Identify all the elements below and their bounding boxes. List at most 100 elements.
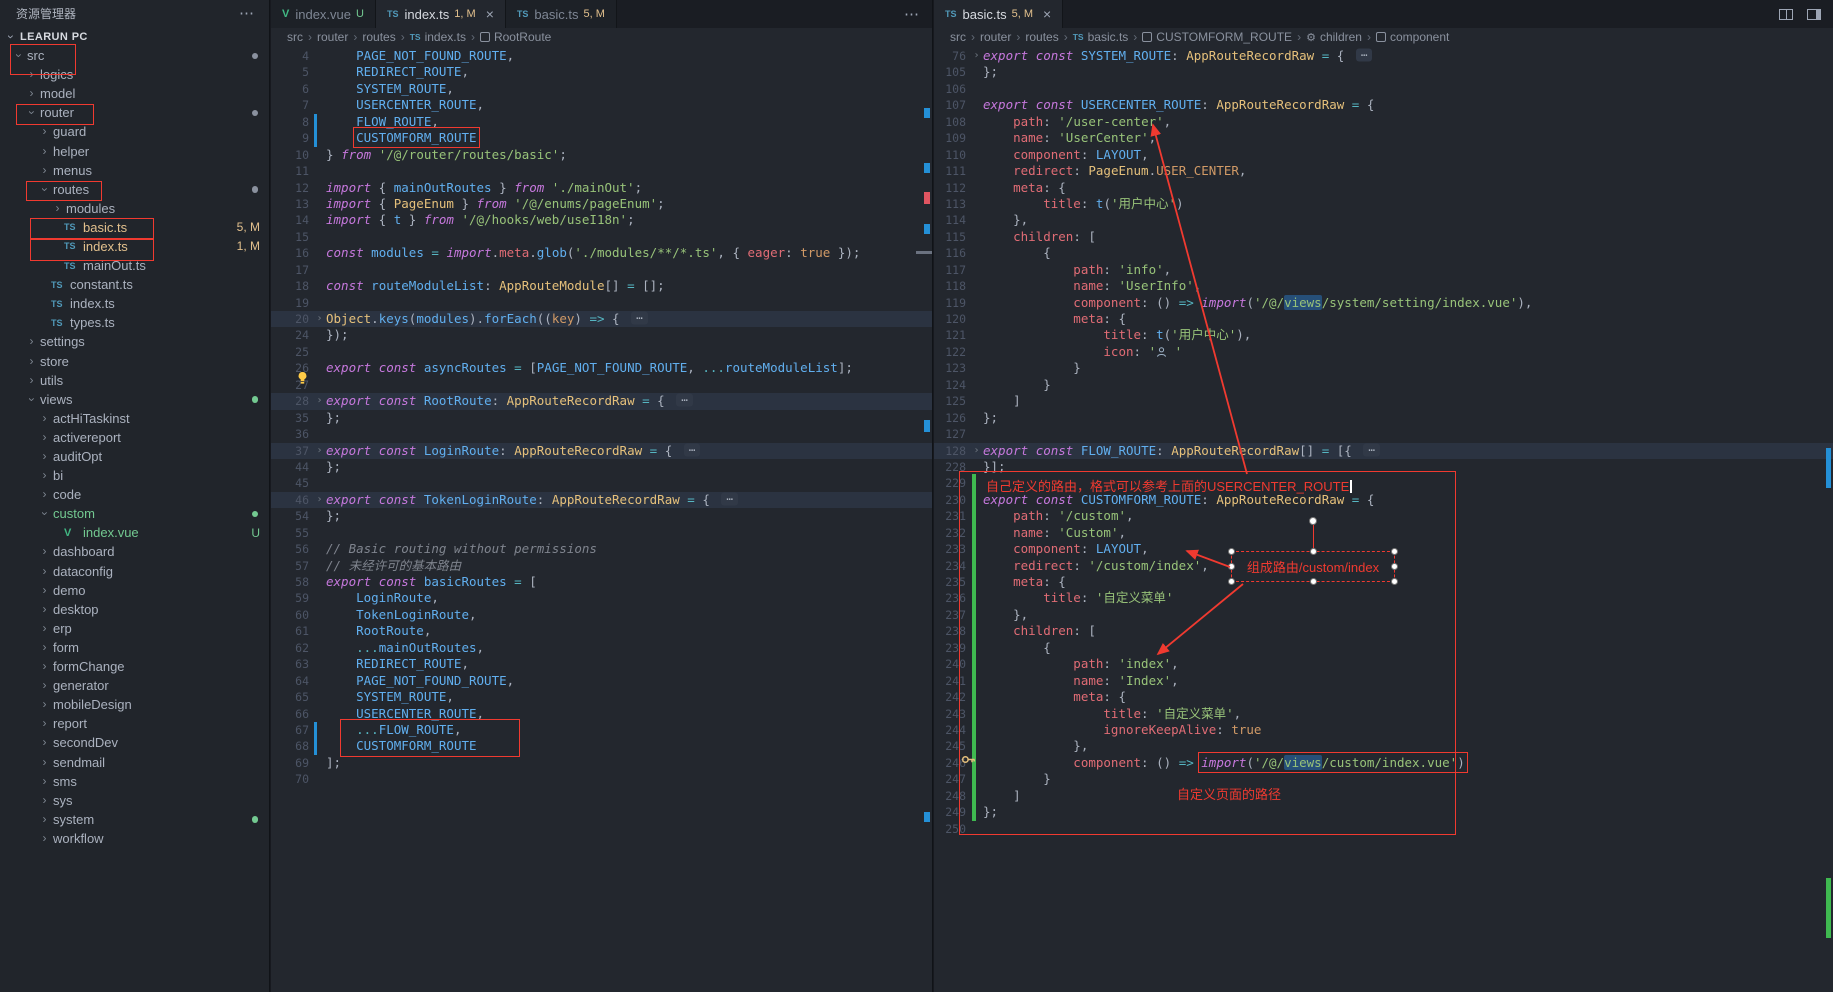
tab-basic.ts[interactable]: TSbasic.ts5, M× <box>934 0 1063 28</box>
tree-item-form[interactable]: ›form <box>0 638 269 657</box>
code-line-25[interactable]: 25 <box>271 344 932 360</box>
tree-item-report[interactable]: ›report <box>0 714 269 733</box>
workspace-section[interactable]: › LEARUN PC <box>0 26 269 48</box>
breadcrumb-src[interactable]: src <box>287 30 303 44</box>
resize-handle[interactable] <box>1228 548 1235 555</box>
more-actions-icon[interactable]: ⋯ <box>239 4 255 22</box>
breadcrumb-src[interactable]: src <box>950 30 966 44</box>
tree-item-basic.ts[interactable]: TSbasic.ts5, M <box>0 218 269 237</box>
tree-item-dataconfig[interactable]: ›dataconfig <box>0 562 269 581</box>
resize-handle[interactable] <box>1391 578 1398 585</box>
code-line-54[interactable]: 54}; <box>271 508 932 524</box>
code-line-111[interactable]: 111 redirect: PageEnum.USER_CENTER, <box>934 163 1833 179</box>
code-line-127[interactable]: 127 <box>934 426 1833 442</box>
code-line-65[interactable]: 65 SYSTEM_ROUTE, <box>271 689 932 705</box>
tree-item-custom[interactable]: ›custom <box>0 504 269 523</box>
tree-item-constant.ts[interactable]: TSconstant.ts <box>0 275 269 294</box>
tree-item-types.ts[interactable]: TStypes.ts <box>0 313 269 332</box>
tree-item-activereport[interactable]: ›activereport <box>0 428 269 447</box>
breadcrumb-RootRoute[interactable]: RootRoute <box>480 30 551 44</box>
code-line-62[interactable]: 62 ...mainOutRoutes, <box>271 640 932 656</box>
code-line-61[interactable]: 61 RootRoute, <box>271 623 932 639</box>
code-line-247[interactable]: 247 } <box>934 771 1833 787</box>
tree-item-code[interactable]: ›code <box>0 485 269 504</box>
code-line-119[interactable]: 119 component: () => import('/@/views/sy… <box>934 295 1833 311</box>
tree-item-generator[interactable]: ›generator <box>0 676 269 695</box>
code-line-36[interactable]: 36 <box>271 426 932 442</box>
code-line-245[interactable]: 245 }, <box>934 738 1833 754</box>
resize-handle[interactable] <box>1391 548 1398 555</box>
tree-item-sendmail[interactable]: ›sendmail <box>0 752 269 771</box>
code-line-249[interactable]: 249}; <box>934 804 1833 820</box>
tree-item-index.ts[interactable]: TSindex.ts <box>0 294 269 313</box>
fold-icon[interactable]: › <box>313 311 326 327</box>
tree-item-index.vue[interactable]: Vindex.vueU <box>0 523 269 542</box>
code-line-67[interactable]: 67 ...FLOW_ROUTE, <box>271 722 932 738</box>
code-line-242[interactable]: 242 meta: { <box>934 689 1833 705</box>
tree-item-menus[interactable]: ›menus <box>0 161 269 180</box>
code-line-18[interactable]: 18const routeModuleList: AppRouteModule[… <box>271 278 932 294</box>
code-line-120[interactable]: 120 meta: { <box>934 311 1833 327</box>
code-line-241[interactable]: 241 name: 'Index', <box>934 673 1833 689</box>
code-line-37[interactable]: 37›export const LoginRoute: AppRouteReco… <box>271 443 932 459</box>
resize-handle[interactable] <box>1228 563 1235 570</box>
tree-item-auditOpt[interactable]: ›auditOpt <box>0 447 269 466</box>
code-line-236[interactable]: 236 title: '自定义菜单' <box>934 590 1833 606</box>
code-line-123[interactable]: 123 } <box>934 360 1833 376</box>
annotation-compose-textbox[interactable]: 组成路由/custom/index <box>1231 551 1395 582</box>
tree-item-formChange[interactable]: ›formChange <box>0 657 269 676</box>
code-line-112[interactable]: 112 meta: { <box>934 180 1833 196</box>
breadcrumb-basic.ts[interactable]: TSbasic.ts <box>1073 30 1129 44</box>
tree-item-mobileDesign[interactable]: ›mobileDesign <box>0 695 269 714</box>
code-line-117[interactable]: 117 path: 'info', <box>934 262 1833 278</box>
code-line-68[interactable]: 68 CUSTOMFORM_ROUTE <box>271 738 932 754</box>
code-line-45[interactable]: 45 <box>271 475 932 491</box>
tree-item-router[interactable]: ›router <box>0 103 269 122</box>
tree-item-utils[interactable]: ›utils <box>0 371 269 390</box>
tree-item-helper[interactable]: ›helper <box>0 141 269 160</box>
code-line-35[interactable]: 35}; <box>271 410 932 426</box>
resize-handle[interactable] <box>1310 578 1317 585</box>
code-line-109[interactable]: 109 name: 'UserCenter', <box>934 130 1833 146</box>
tree-item-logics[interactable]: ›logics <box>0 65 269 84</box>
code-line-124[interactable]: 124 } <box>934 377 1833 393</box>
code-line-17[interactable]: 17 <box>271 262 932 278</box>
tab-basic.ts[interactable]: TSbasic.ts5, M <box>506 0 617 28</box>
tree-item-bi[interactable]: ›bi <box>0 466 269 485</box>
tree-item-src[interactable]: ›src <box>0 46 269 65</box>
code-line-232[interactable]: 232 name: 'Custom', <box>934 525 1833 541</box>
code-line-19[interactable]: 19 <box>271 295 932 311</box>
code-editor-index-ts[interactable]: 4 PAGE_NOT_FOUND_ROUTE,5 REDIRECT_ROUTE,… <box>271 46 932 992</box>
tree-item-guard[interactable]: ›guard <box>0 122 269 141</box>
tab-index.vue[interactable]: Vindex.vueU <box>271 0 376 28</box>
code-line-60[interactable]: 60 TokenLoginRoute, <box>271 607 932 623</box>
code-line-116[interactable]: 116 { <box>934 245 1833 261</box>
fold-icon[interactable]: › <box>313 393 326 409</box>
code-line-126[interactable]: 126}; <box>934 410 1833 426</box>
resize-handle[interactable] <box>1228 578 1235 585</box>
fold-icon[interactable]: › <box>970 48 983 64</box>
code-line-12[interactable]: 12import { mainOutRoutes } from './mainO… <box>271 180 932 196</box>
code-line-66[interactable]: 66 USERCENTER_ROUTE, <box>271 706 932 722</box>
code-line-238[interactable]: 238 children: [ <box>934 623 1833 639</box>
code-line-250[interactable]: 250 <box>934 821 1833 837</box>
tree-item-routes[interactable]: ›routes <box>0 180 269 199</box>
resize-handle[interactable] <box>1391 563 1398 570</box>
tree-item-workflow[interactable]: ›workflow <box>0 829 269 848</box>
code-line-11[interactable]: 11 <box>271 163 932 179</box>
tree-item-dashboard[interactable]: ›dashboard <box>0 542 269 561</box>
code-line-4[interactable]: 4 PAGE_NOT_FOUND_ROUTE, <box>271 48 932 64</box>
fold-icon[interactable]: › <box>313 443 326 459</box>
tree-item-modules[interactable]: ›modules <box>0 199 269 218</box>
code-line-13[interactable]: 13import { PageEnum } from '/@/enums/pag… <box>271 196 932 212</box>
code-line-125[interactable]: 125 ] <box>934 393 1833 409</box>
breadcrumb-index.ts[interactable]: TSindex.ts <box>410 30 466 44</box>
code-line-8[interactable]: 8 FLOW_ROUTE, <box>271 114 932 130</box>
tree-item-desktop[interactable]: ›desktop <box>0 600 269 619</box>
tree-item-model[interactable]: ›model <box>0 84 269 103</box>
code-line-246[interactable]: 246 component: () => import('/@/views/cu… <box>934 755 1833 771</box>
code-editor-basic-ts[interactable]: 76›export const SYSTEM_ROUTE: AppRouteRe… <box>934 46 1833 992</box>
code-line-76[interactable]: 76›export const SYSTEM_ROUTE: AppRouteRe… <box>934 48 1833 64</box>
tree-item-secondDev[interactable]: ›secondDev <box>0 733 269 752</box>
code-line-240[interactable]: 240 path: 'index', <box>934 656 1833 672</box>
